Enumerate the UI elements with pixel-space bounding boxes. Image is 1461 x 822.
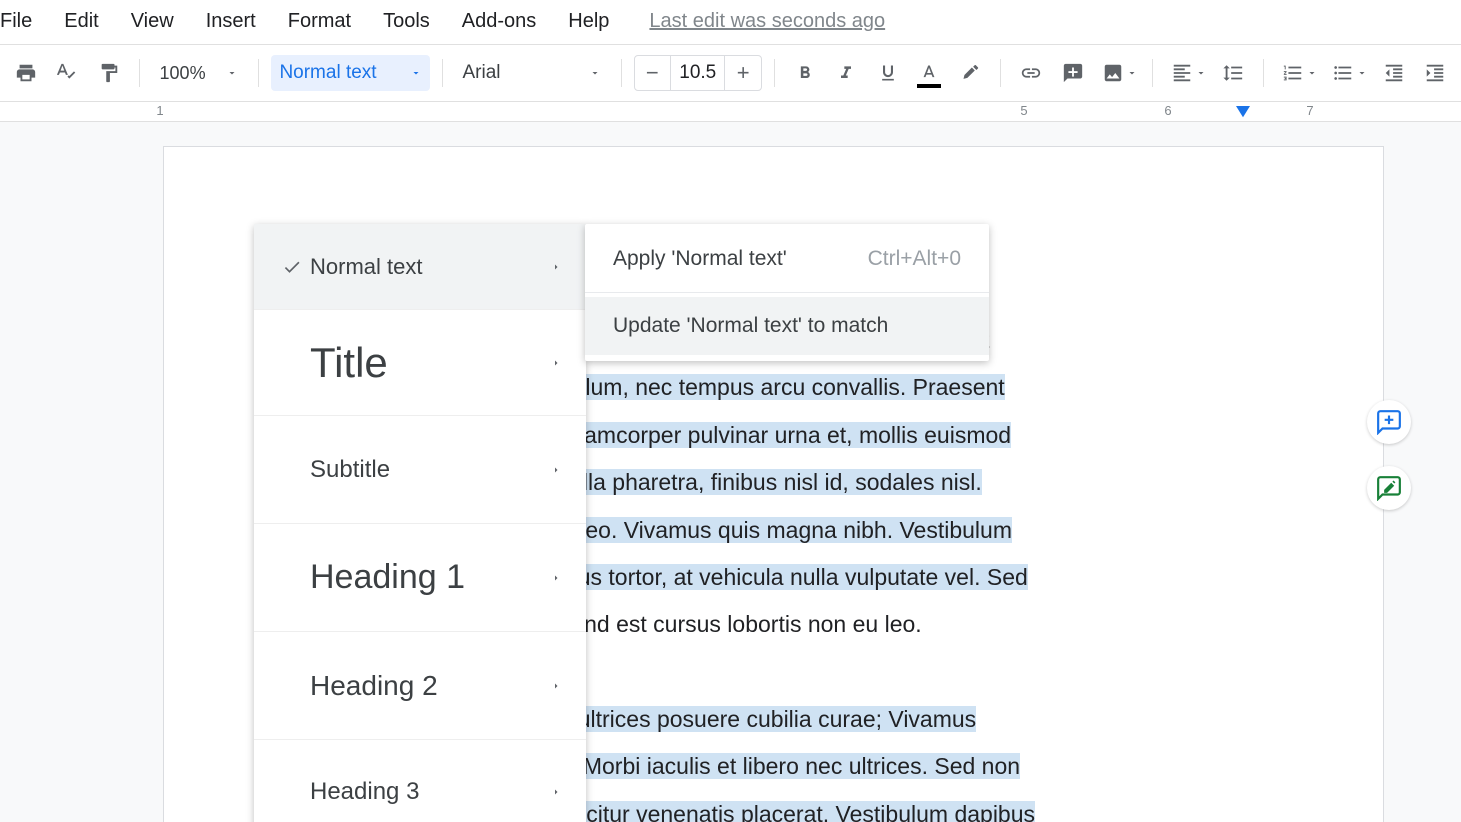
increase-indent-button[interactable] xyxy=(1417,55,1453,91)
highlight-color-button[interactable] xyxy=(953,55,989,91)
menu-view[interactable]: View xyxy=(115,2,190,41)
paragraph-styles-submenu: Apply 'Normal text' Ctrl+Alt+0 Update 'N… xyxy=(585,224,989,361)
insert-link-button[interactable] xyxy=(1013,55,1049,91)
chevron-right-icon xyxy=(550,261,562,273)
add-comment-floating-button[interactable] xyxy=(1367,400,1411,444)
ruler-number: 1 xyxy=(156,103,163,118)
italic-button[interactable] xyxy=(828,55,864,91)
style-option-heading-2[interactable]: Heading 2 xyxy=(254,632,586,740)
paragraph-styles-combo[interactable]: Normal text xyxy=(271,55,429,91)
style-option-subtitle[interactable]: Subtitle xyxy=(254,416,586,524)
style-option-label: Subtitle xyxy=(310,456,550,484)
style-option-label: Heading 1 xyxy=(310,558,550,597)
paint-format-button[interactable] xyxy=(91,55,127,91)
align-combo[interactable] xyxy=(1165,55,1209,91)
menu-addons[interactable]: Add-ons xyxy=(446,2,553,41)
print-button[interactable] xyxy=(8,55,44,91)
text-color-button[interactable] xyxy=(911,55,947,91)
toolbar-separator xyxy=(1000,59,1001,87)
menu-file[interactable]: File xyxy=(0,2,48,41)
style-option-heading-3[interactable]: Heading 3 xyxy=(254,740,586,822)
toolbar: 100% Normal text Arial − 10.5 + xyxy=(0,44,1461,102)
line-spacing-button[interactable] xyxy=(1215,55,1251,91)
menu-help[interactable]: Help xyxy=(552,2,625,41)
style-option-label: Title xyxy=(310,339,550,387)
font-size-value[interactable]: 10.5 xyxy=(670,56,725,90)
chevron-right-icon xyxy=(550,572,562,584)
ruler[interactable]: 1 5 6 7 xyxy=(0,102,1461,122)
chevron-right-icon xyxy=(550,357,562,369)
style-option-label: Normal text xyxy=(310,254,550,280)
paragraph-style-value: Normal text xyxy=(279,62,376,84)
menu-edit[interactable]: Edit xyxy=(48,2,114,41)
zoom-combo[interactable]: 100% xyxy=(152,55,247,91)
toolbar-separator xyxy=(258,59,259,87)
font-size-group: − 10.5 + xyxy=(634,55,762,91)
menu-format[interactable]: Format xyxy=(272,2,367,41)
paragraph-styles-menu: Normal text Title Subtitle Heading 1 Hea… xyxy=(254,224,586,822)
suggest-edits-floating-button[interactable] xyxy=(1367,466,1411,510)
menubar: File Edit View Insert Format Tools Add-o… xyxy=(0,0,1461,44)
apply-style-button[interactable]: Apply 'Normal text' Ctrl+Alt+0 xyxy=(585,230,989,288)
font-family-value: Arial xyxy=(462,62,500,84)
side-float-buttons xyxy=(1367,400,1411,510)
decrease-indent-button[interactable] xyxy=(1376,55,1412,91)
add-comment-button[interactable] xyxy=(1055,55,1091,91)
menu-insert[interactable]: Insert xyxy=(190,2,272,41)
chevron-right-icon xyxy=(550,464,562,476)
style-option-normal-text[interactable]: Normal text xyxy=(254,224,586,310)
spellcheck-button[interactable] xyxy=(50,55,86,91)
menu-separator xyxy=(585,292,989,293)
chevron-down-icon xyxy=(1126,67,1138,79)
toolbar-separator xyxy=(1263,59,1264,87)
menu-tools[interactable]: Tools xyxy=(367,2,446,41)
bold-button[interactable] xyxy=(787,55,823,91)
toolbar-separator xyxy=(442,59,443,87)
chevron-down-icon xyxy=(1306,67,1318,79)
update-style-button[interactable]: Update 'Normal text' to match xyxy=(585,297,989,355)
insert-image-combo[interactable] xyxy=(1096,55,1140,91)
update-style-label: Update 'Normal text' to match xyxy=(613,314,888,338)
chevron-down-icon xyxy=(589,67,601,79)
canvas: consectetur adipiscing elit. Praesent rh… xyxy=(0,122,1461,822)
numbered-list-combo[interactable] xyxy=(1276,55,1320,91)
font-size-increase-button[interactable]: + xyxy=(725,56,761,90)
chevron-down-icon xyxy=(226,67,238,79)
bulleted-list-combo[interactable] xyxy=(1326,55,1370,91)
keyboard-shortcut: Ctrl+Alt+0 xyxy=(868,247,961,271)
font-family-combo[interactable]: Arial xyxy=(454,55,608,91)
style-option-title[interactable]: Title xyxy=(254,310,586,416)
check-icon xyxy=(274,257,310,277)
chevron-down-icon xyxy=(1356,67,1368,79)
last-edit-link[interactable]: Last edit was seconds ago xyxy=(649,10,885,33)
ruler-number: 5 xyxy=(1020,103,1027,118)
toolbar-separator xyxy=(774,59,775,87)
style-option-heading-1[interactable]: Heading 1 xyxy=(254,524,586,632)
font-size-decrease-button[interactable]: − xyxy=(635,56,671,90)
style-option-label: Heading 2 xyxy=(310,670,550,702)
apply-style-label: Apply 'Normal text' xyxy=(613,247,787,271)
style-option-label: Heading 3 xyxy=(310,778,550,806)
ruler-number: 7 xyxy=(1306,103,1313,118)
underline-button[interactable] xyxy=(870,55,906,91)
ruler-number: 6 xyxy=(1164,103,1171,118)
toolbar-separator xyxy=(1152,59,1153,87)
toolbar-separator xyxy=(621,59,622,87)
toolbar-separator xyxy=(139,59,140,87)
zoom-value: 100% xyxy=(160,63,206,84)
chevron-down-icon xyxy=(1195,67,1207,79)
chevron-right-icon xyxy=(550,680,562,692)
text-color-swatch xyxy=(917,84,941,88)
right-indent-marker-icon[interactable] xyxy=(1236,106,1250,120)
chevron-down-icon xyxy=(410,67,422,79)
chevron-right-icon xyxy=(550,786,562,798)
